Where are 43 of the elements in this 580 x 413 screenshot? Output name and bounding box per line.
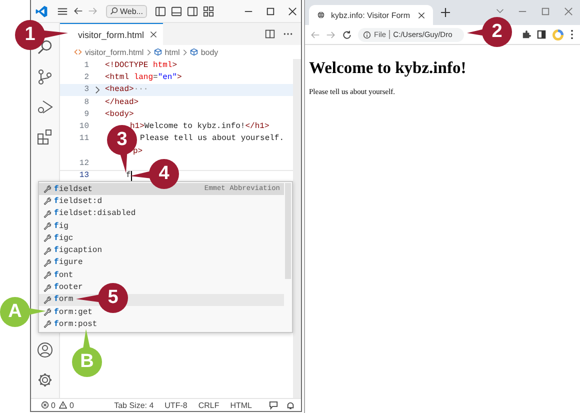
command-center-search[interactable]: Web... [106, 4, 147, 18]
line-number: 9 [84, 110, 89, 119]
step-callout: A [0, 297, 46, 327]
suggestion-item[interactable]: figure [39, 256, 284, 270]
error-count[interactable]: 0 [51, 400, 56, 410]
line-number: 1 [84, 60, 89, 70]
suggestion-item[interactable]: figcaption [39, 244, 284, 257]
code-line: f [126, 171, 131, 180]
warning-count[interactable]: 0 [69, 400, 74, 410]
step-callout: 4 [130, 159, 179, 189]
editor-tab[interactable]: visitor_form.html [60, 23, 164, 45]
code-line: <html lang="en"> [105, 72, 182, 82]
step-callout: 1 [15, 20, 68, 50]
step-callout: 2 [467, 17, 512, 47]
status-item[interactable]: UTF-8 [164, 400, 188, 410]
line-number: 12 [79, 159, 89, 168]
breadcrumb-item[interactable]: body [200, 48, 218, 56]
suggestion-item[interactable]: figc [39, 232, 284, 244]
line-number: 8 [84, 98, 89, 107]
code-line: h1>Welcome to kybz.info!</h1> [130, 122, 270, 132]
line-number: 3 [84, 85, 89, 94]
code-line: <body> [105, 110, 134, 119]
line-number: 13 [79, 171, 89, 180]
status-item[interactable]: Tab Size: 4 [114, 400, 154, 410]
suggestion-item[interactable]: fieldset:d [39, 195, 284, 208]
code-line: Please tell us about yourself. [140, 134, 284, 144]
page-heading: Welcome to kybz.info! [309, 58, 468, 78]
status-item[interactable]: CRLF [198, 400, 220, 410]
code-line: p> [133, 146, 143, 156]
line-number: 2 [84, 72, 89, 82]
browser-tab[interactable]: kybz.info: Visitor Form [309, 5, 433, 25]
line-number: 11 [79, 134, 89, 144]
code-line: <!DOCTYPE html> [105, 60, 178, 70]
breadcrumb-item[interactable]: html [164, 48, 180, 56]
status-item[interactable]: HTML [230, 400, 252, 410]
line-number: 10 [79, 122, 89, 132]
suggestion-item[interactable]: font [39, 269, 284, 282]
suggestion-item[interactable]: fig [39, 220, 284, 232]
code-line: <head>··· [105, 85, 148, 94]
code-line: </head> [105, 98, 139, 107]
breadcrumb-item[interactable]: visitor_form.html [85, 48, 144, 56]
step-callout: B [72, 329, 102, 377]
suggestion-item[interactable]: fieldset:disabled [39, 208, 284, 220]
